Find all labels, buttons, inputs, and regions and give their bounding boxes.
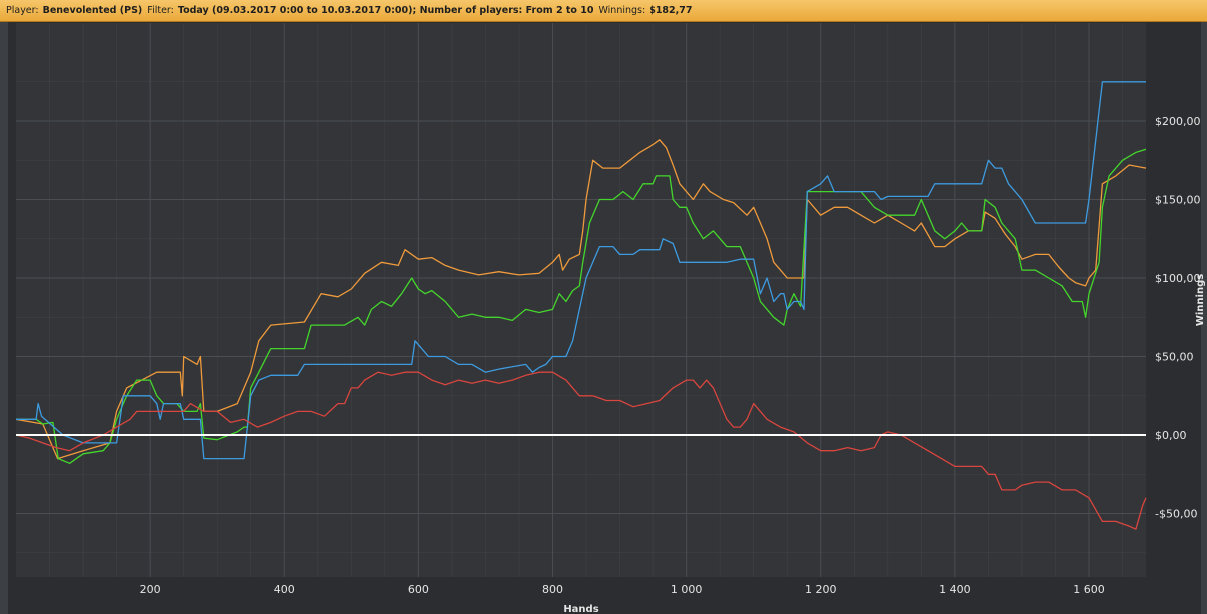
y-tick-label: $50,00 <box>1155 351 1194 364</box>
x-tick-label: 600 <box>408 583 429 596</box>
y-tick-label: $0,00 <box>1155 429 1187 442</box>
x-tick-label: 1 000 <box>671 583 703 596</box>
x-tick-label: 200 <box>140 583 161 596</box>
y-tick-label: $150,00 <box>1155 194 1201 207</box>
y-axis-ticks: $200,00 $150,00 $100,00 $50,00 $0,00 -$50,00 <box>1155 115 1201 521</box>
x-tick-label: 1 200 <box>805 583 837 596</box>
y-axis-label: Winnings <box>1195 274 1206 326</box>
x-tick-label: 1 600 <box>1073 583 1105 596</box>
x-axis-label: Hands <box>563 604 598 614</box>
y-tick-label: -$50,00 <box>1155 508 1197 521</box>
winnings-chart: 200 400 600 800 1 000 1 200 1 400 1 600 $200,00… <box>15 23 1206 614</box>
x-axis-ticks: 200 400 600 800 1 000 1 200 1 400 1 600 <box>140 583 1105 596</box>
y-tick-label: $100,00 <box>1155 272 1201 285</box>
x-tick-label: 1 400 <box>939 583 971 596</box>
x-tick-label: 400 <box>274 583 295 596</box>
y-tick-label: $200,00 <box>1155 115 1201 128</box>
x-tick-label: 800 <box>542 583 563 596</box>
